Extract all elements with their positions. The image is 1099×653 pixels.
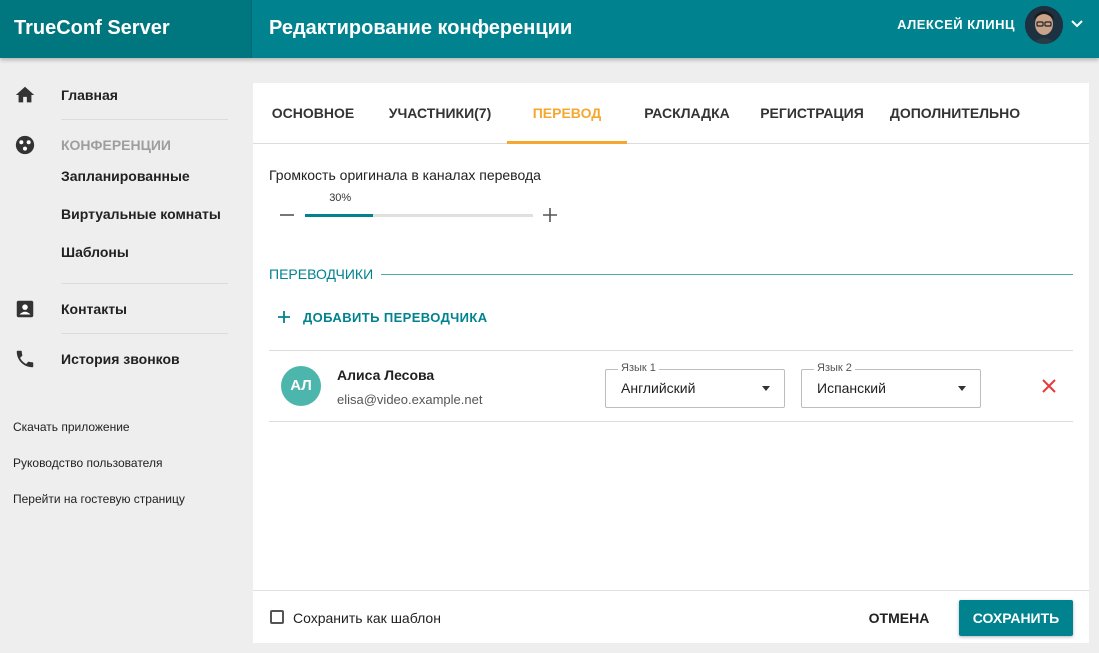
translator-name: Алиса Лесова [337,367,435,383]
phone-icon [14,348,36,370]
sidebar: Главная КОНФЕРЕНЦИИ Запланированные Вирт… [0,58,252,653]
conferences-icon [14,134,36,156]
caret-down-icon [762,386,770,391]
save-as-template-checkbox[interactable] [270,610,284,624]
caret-down-icon [958,386,966,391]
remove-translator-button[interactable] [1041,378,1057,394]
conference-edit-card: ОСНОВНОЕ УЧАСТНИКИ(7) ПЕРЕВОД РАСКЛАДКА … [253,83,1089,643]
tab-registration[interactable]: РЕГИСТРАЦИЯ [751,83,873,144]
sidebar-subitem-scheduled[interactable]: Запланированные [61,168,190,184]
user-guide-link[interactable]: Руководство пользователя [13,456,162,470]
page-title: Редактирование конференции [269,17,573,39]
sidebar-item-label: История звонков [61,351,180,367]
guest-page-link[interactable]: Перейти на гостевую страницу [13,492,185,506]
volume-increase-button[interactable] [542,207,558,223]
volume-label: Громкость оригинала в каналах перевода [269,167,541,183]
app-brand[interactable]: TrueConf Server [0,0,252,58]
plus-icon [277,310,291,324]
add-translator-label: ДОБАВИТЬ ПЕРЕВОДЧИКА [303,309,488,325]
language-1-select[interactable]: Язык 1 Английский [605,362,785,408]
user-avatar[interactable] [1025,6,1063,44]
save-button[interactable]: СОХРАНИТЬ [959,600,1073,636]
close-icon [1042,379,1056,393]
add-translator-button[interactable]: ДОБАВИТЬ ПЕРЕВОДЧИКА [277,307,488,327]
tab-layout[interactable]: РАСКЛАДКА [633,83,741,144]
language-1-label: Язык 1 [618,362,659,374]
translator-row: АЛ Алиса Лесова elisa@video.example.net … [269,350,1073,422]
volume-slider[interactable] [305,214,533,217]
sidebar-item-label: Контакты [61,301,128,317]
tab-general[interactable]: ОСНОВНОЕ [263,83,363,144]
sidebar-subitem-templates[interactable]: Шаблоны [61,244,129,260]
sidebar-item-conferences[interactable]: КОНФЕРЕНЦИИ [0,120,240,170]
translators-section-title: ПЕРЕВОДЧИКИ [269,266,374,282]
sidebar-subitem-virtual-rooms[interactable]: Виртуальные комнаты [61,206,221,222]
language-2-select[interactable]: Язык 2 Испанский [801,362,981,408]
sidebar-item-home[interactable]: Главная [0,70,240,120]
chevron-down-icon[interactable] [1069,16,1085,32]
language-2-label: Язык 2 [814,362,855,374]
top-bar: TrueConf Server Редактирование конференц… [0,0,1099,58]
tab-participants[interactable]: УЧАСТНИКИ(7) [377,83,503,144]
form-footer: Сохранить как шаблон ОТМЕНА СОХРАНИТЬ [253,590,1089,643]
volume-value: 30% [329,192,352,204]
sidebar-item-contacts[interactable]: Контакты [0,284,240,334]
language-1-value: Английский [621,380,696,396]
section-divider [381,274,1073,275]
sidebar-item-call-history[interactable]: История звонков [0,334,240,384]
tab-additional[interactable]: ДОПОЛНИТЕЛЬНО [885,83,1025,144]
language-2-value: Испанский [817,380,886,396]
sidebar-item-label: КОНФЕРЕНЦИИ [61,137,171,153]
contacts-icon [14,298,36,320]
volume-decrease-button[interactable] [279,207,295,223]
tab-bar: ОСНОВНОЕ УЧАСТНИКИ(7) ПЕРЕВОД РАСКЛАДКА … [253,83,1089,144]
translator-avatar: АЛ [281,366,321,406]
cancel-button[interactable]: ОТМЕНА [859,600,939,636]
save-as-template-label[interactable]: Сохранить как шаблон [293,610,441,626]
sidebar-item-label: Главная [61,87,118,103]
translator-email: elisa@video.example.net [337,392,483,407]
home-icon [14,84,36,106]
user-name[interactable]: АЛЕКСЕЙ КЛИНЦ [897,0,1015,50]
download-app-link[interactable]: Скачать приложение [13,420,130,434]
volume-slider-fill[interactable] [305,214,374,217]
tab-translation[interactable]: ПЕРЕВОД [507,83,627,144]
